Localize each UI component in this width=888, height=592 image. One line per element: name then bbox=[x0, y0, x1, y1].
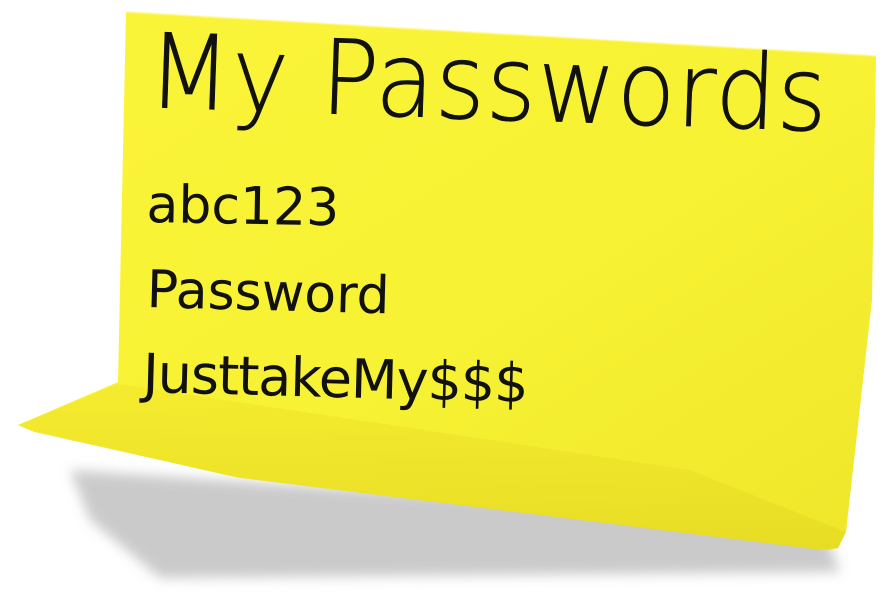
sticky-note-scene: My Passwords abc123 Password JusttakeMy$… bbox=[0, 0, 888, 592]
sticky-note-art bbox=[18, 11, 877, 578]
